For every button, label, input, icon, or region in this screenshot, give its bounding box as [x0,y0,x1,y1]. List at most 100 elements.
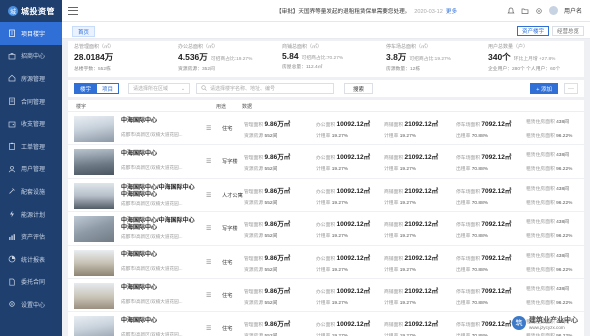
building-name[interactable]: 中海国际中心 [121,118,196,125]
stat-label: 办公总面积（㎡） [178,44,219,50]
office-area: 办公面积 10092.12㎡ [316,154,371,162]
stat-card: 办公总面积（㎡） 4.536万 可招商占比:19.27% 资源房源：352间 [178,43,252,72]
detail-list-icon[interactable]: ☰ [206,192,212,199]
resources-count: 资源房源 552间 [244,134,278,139]
sidebar-item[interactable]: 收支管理 [0,112,62,135]
rent-rate-1: 计租率 19.27% [316,332,348,336]
sidebar-item[interactable]: 项目楼宇 [0,22,62,45]
stat-value: 3.8万 可招商占比:19.27% [386,51,451,63]
app-logo[interactable]: 城 城投资管 [0,0,62,22]
table-row[interactable]: 中海国际中心成都市/高新区/双楠大道花园... ☰ 住宅 管理面积 9.86万㎡资源房… [68,279,584,313]
sidebar-item-label: 招商中心 [21,54,46,61]
sidebar-item[interactable]: 工单管理 [0,135,62,158]
sidebar-item[interactable]: 资产评估 [0,225,62,248]
region-select[interactable]: 请选择所在区域 ⌄ [128,83,191,94]
rent-rate-1: 计租率 19.27% [316,134,349,139]
sidebar-item[interactable]: 房源管理 [0,67,62,90]
tab-overview[interactable]: 经营总览 [551,26,584,36]
menu-toggle-icon[interactable] [68,6,78,15]
notification-icon[interactable] [507,7,515,15]
building-thumbnail[interactable] [74,249,114,276]
tab-project[interactable]: 项目 [97,83,120,94]
chart-icon [8,233,16,241]
building-name[interactable]: 中海国际中心 [121,318,196,325]
building-thumbnail[interactable] [74,182,114,209]
stat-value-number: 3.8万 [386,52,407,62]
tab-asset-tree[interactable]: 资产楼宇 [516,26,549,36]
detail-list-icon[interactable]: ☰ [206,259,212,266]
sidebar-item-label: 合同管理 [21,99,46,106]
building-thumbnail[interactable] [74,316,114,336]
watermark-logo: 筑 [512,315,526,330]
table-row[interactable]: 中海国际中心成都市/高新区/双楠大道花园... ☰ 住宅 管理面积 9.86万㎡资源房… [68,112,584,146]
building-name[interactable]: 中海国际中心 [121,285,196,292]
building-name[interactable]: 中海国际中心 [121,151,196,158]
sidebar-item[interactable]: 统计报表 [0,248,62,271]
tab-building[interactable]: 楼宇 [74,83,98,94]
search-input[interactable]: 请选择楼宇名称、地址、编号 [196,83,335,94]
building-thumbnail[interactable] [74,216,114,243]
user-avatar[interactable] [548,6,558,15]
building-address: 成都市/高新区/双楠大道花园... [121,234,183,240]
building-name[interactable]: 中海国际中心/中海国际中心中海国际中心 [121,218,196,232]
search-placeholder: 请选择楼宇名称、地址、编号 [210,86,276,92]
briefcase-icon [8,52,16,60]
sidebar-item[interactable]: 委托合同 [0,271,62,294]
stat-footnote: 房屋总量：112.4㎡ [282,65,323,70]
detail-list-icon[interactable]: ☰ [206,158,212,165]
stat-value: 5.84 可招商占比:70.27% [282,51,343,61]
building-thumbnail[interactable] [74,149,114,176]
table-row[interactable]: 中海国际中心 成都市/高新区/双楠大道花园... ☰ 写字楼 管理面积 9.86万㎡ 资源… [68,145,584,179]
tab-home[interactable]: 首页 [72,26,96,37]
detail-list-icon[interactable]: ☰ [206,225,212,232]
search-button[interactable]: 搜索 [344,83,374,94]
sidebar-item[interactable]: 配套设施 [0,180,62,203]
sidebar-item[interactable]: 招商中心 [0,45,62,68]
header-data[interactable]: 数据 [242,103,252,110]
sidebar-item[interactable]: 设置中心 [0,293,62,316]
building-name[interactable]: 中海国际中心 [121,252,196,259]
shop-area: 商铺面积 21092.12㎡ [384,187,439,195]
header-use[interactable]: 用途 [216,103,226,110]
notice-more-link[interactable]: 更多 [446,9,457,15]
bolt-icon [8,210,16,218]
user-icon [8,165,16,173]
notification-banner[interactable]: 【审批】天国界等量发起的退租租赁保单需要您处理。 2020-03-12 更多 [276,7,457,15]
detail-list-icon[interactable]: ☰ [206,125,212,132]
stat-value: 4.536万 可招商占比:19.27% [178,51,252,63]
table-row[interactable]: 中海国际中心/中海国际中心中海国际中心 成都市/高新区/双楠大道花园... ☰ 人才公… [68,179,584,213]
table-row[interactable]: 中海国际中心/中海国际中心中海国际中心成都市/高新区/双楠大道花园... ☰ 写字楼… [68,212,584,246]
detail-list-icon[interactable]: ☰ [206,325,212,332]
username[interactable]: 用户名 [564,6,582,15]
stat-card: 停车场总面积（㎡） 3.8万 可招商占比:19.27% 房源数量：12栋 [386,43,451,72]
top-bar: 【审批】天国界等量发起的退租租赁保单需要您处理。 2020-03-12 更多 用户名 [62,0,590,22]
building-name[interactable]: 中海国际中心/中海国际中心中海国际中心 [121,185,196,199]
settings-icon[interactable] [535,7,543,15]
table-row[interactable]: 中海国际中心成都市/高新区/双楠大道花园... ☰ 住宅 管理面积 9.86万㎡资源房… [68,312,584,336]
stat-label: 总管理面积（㎡） [74,44,115,50]
table-row[interactable]: 中海国际中心成都市/高新区/双楠大道花园... ☰ 住宅 管理面积 9.86万㎡资源房… [68,246,584,279]
header-building[interactable]: 楼宇 [76,103,86,110]
tools-icon [8,187,16,195]
resources-count: 资源房源 552间 [244,200,278,206]
sidebar-item-label: 资产评估 [21,235,46,242]
building-use: 住宅 [222,326,233,333]
building-address: 成都市/高新区/双楠大道花园... [121,265,183,271]
stats-panel: 总管理面积（㎡） 28.0184万 总楼宇数：552栋 办公总面积（㎡） 4.536万可… [68,41,584,77]
stat-ratio: 可招商占比:19.27% [409,57,451,62]
detail-list-icon[interactable]: ☰ [206,292,212,299]
more-button[interactable]: ··· [564,83,578,94]
building-thumbnail[interactable] [74,116,114,142]
logo-icon: 城 [8,6,18,16]
sidebar-item[interactable]: 合同管理 [0,90,62,113]
rent-rate-1: 计租率 19.27% [316,300,349,306]
sidebar-item[interactable]: 用户管理 [0,158,62,181]
building-thumbnail[interactable] [74,282,114,309]
add-button[interactable]: + 添加 [530,83,558,94]
chevron-down-icon: ⌄ [180,85,186,92]
building-use: 写字楼 [222,226,238,233]
sidebar-item-label: 能源计划 [21,212,46,219]
sidebar-item[interactable]: 能源计划 [0,203,62,226]
housing-area: 租赁住房面积 438间 [526,186,569,192]
folder-icon[interactable] [521,7,529,15]
